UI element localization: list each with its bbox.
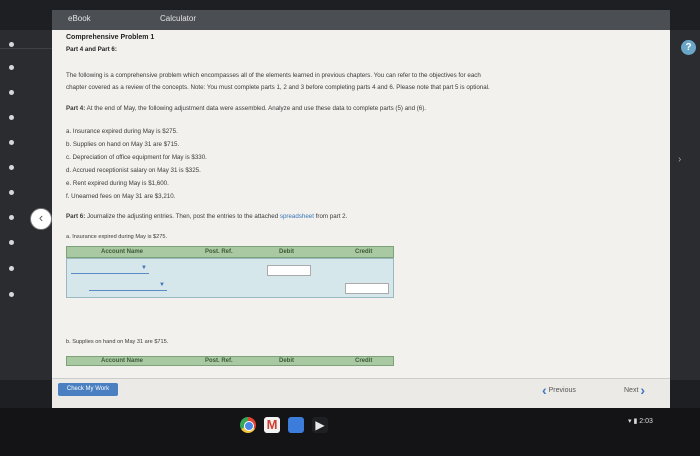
part6-tail: from part 2. [315,213,348,220]
docs-icon[interactable] [288,417,304,433]
debit-header: Debit [279,358,294,364]
battery-icon: ▮ [633,418,638,425]
credit-header: Credit [355,358,373,364]
nav-bullet-1[interactable] [9,42,14,47]
spreadsheet-link[interactable]: spreadsheet [280,213,314,220]
play-store-icon[interactable]: ▶ [312,417,328,433]
app-footer: Check My Work ‹ Previous Next › [52,378,670,408]
part4-line: Part 4: At the end of May, the following… [66,105,426,113]
chevron-left-icon: ‹ [542,382,547,398]
chevron-down-icon: ▼ [141,265,147,271]
check-my-work-button[interactable]: Check My Work [58,383,118,396]
part6-text: Journalize the adjusting entries. Then, … [87,213,279,220]
part6-line: Part 6: Journalize the adjusting entries… [66,213,347,221]
intro-line-2: chapter covered as a review of the conce… [66,84,490,91]
intro-line-1: The following is a comprehensive problem… [66,72,481,79]
journal-header-a: Account Name Post. Ref. Debit Credit [66,246,394,258]
nav-bullet-6[interactable] [9,165,14,170]
left-nav-strip [0,30,52,380]
entry-b-label: b. Supplies on hand on May 31 are $715. [66,339,169,345]
debit-header: Debit [279,249,294,255]
collapse-sidebar-button[interactable]: ‹ [30,208,52,230]
adjustment-item-e: e. Rent expired during May is $1,600. [66,180,169,187]
system-tray[interactable]: ▾ ▮ 2:03 [628,417,653,425]
chevron-right-icon: › [640,382,646,398]
credit-header: Credit [355,249,373,255]
expand-icon[interactable]: › [678,154,681,165]
nav-bullet-10[interactable] [9,266,14,271]
account-dropdown-credit[interactable]: ▼ [89,281,167,291]
journal-body-a: ▼ ▼ [66,258,394,298]
right-strip [670,30,700,380]
nav-bullet-4[interactable] [9,115,14,120]
nav-bullet-11[interactable] [9,292,14,297]
problem-title: Comprehensive Problem 1 [66,34,155,41]
chevron-down-icon: ▼ [159,282,165,288]
nav-bullet-2[interactable] [9,65,14,70]
tab-ebook[interactable]: eBook [68,14,91,23]
nav-bullet-7[interactable] [9,190,14,195]
entry-a-label: a. Insurance expired during May is $275. [66,234,168,240]
adjustment-item-d: d. Accrued receptionist salary on May 31… [66,167,201,174]
nav-bullet-8[interactable] [9,215,14,220]
adjustment-item-f: f. Unearned fees on May 31 are $3,210. [66,193,176,200]
part4-label: Part 4: [66,105,86,112]
account-dropdown-debit[interactable]: ▼ [71,264,149,274]
part6-label: Part 6: [66,213,86,220]
journal-header-b: Account Name Post. Ref. Debit Credit [66,356,394,366]
problem-subtitle: Part 4 and Part 6: [66,46,117,53]
previous-label: Previous [548,386,576,394]
credit-input[interactable] [345,283,389,294]
help-icon[interactable]: ? [681,40,696,55]
problem-content: Comprehensive Problem 1 Part 4 and Part … [52,30,670,378]
nav-bullet-9[interactable] [9,240,14,245]
next-label: Next [624,386,639,394]
account-name-header: Account Name [101,358,144,364]
debit-input[interactable] [267,265,311,276]
gmail-icon[interactable]: M [264,417,280,433]
clock: 2:03 [639,418,653,425]
os-taskbar [0,408,700,456]
previous-button[interactable]: ‹ Previous [542,382,576,398]
account-name-header: Account Name [101,249,144,255]
tab-calculator[interactable]: Calculator [160,14,196,23]
nav-bullet-5[interactable] [9,140,14,145]
post-ref-header: Post. Ref. [205,358,233,364]
top-tab-bar: eBook Calculator [52,10,670,32]
wifi-icon: ▾ [628,418,632,425]
part4-text: At the end of May, the following adjustm… [86,105,427,112]
post-ref-header: Post. Ref. [205,249,233,255]
next-button[interactable]: Next › [624,382,645,398]
divider [0,48,52,49]
adjustment-item-b: b. Supplies on hand on May 31 are $715. [66,141,180,148]
nav-bullet-3[interactable] [9,90,14,95]
adjustment-item-a: a. Insurance expired during May is $275. [66,128,178,135]
chrome-icon[interactable] [240,417,256,433]
adjustment-item-c: c. Depreciation of office equipment for … [66,154,207,161]
